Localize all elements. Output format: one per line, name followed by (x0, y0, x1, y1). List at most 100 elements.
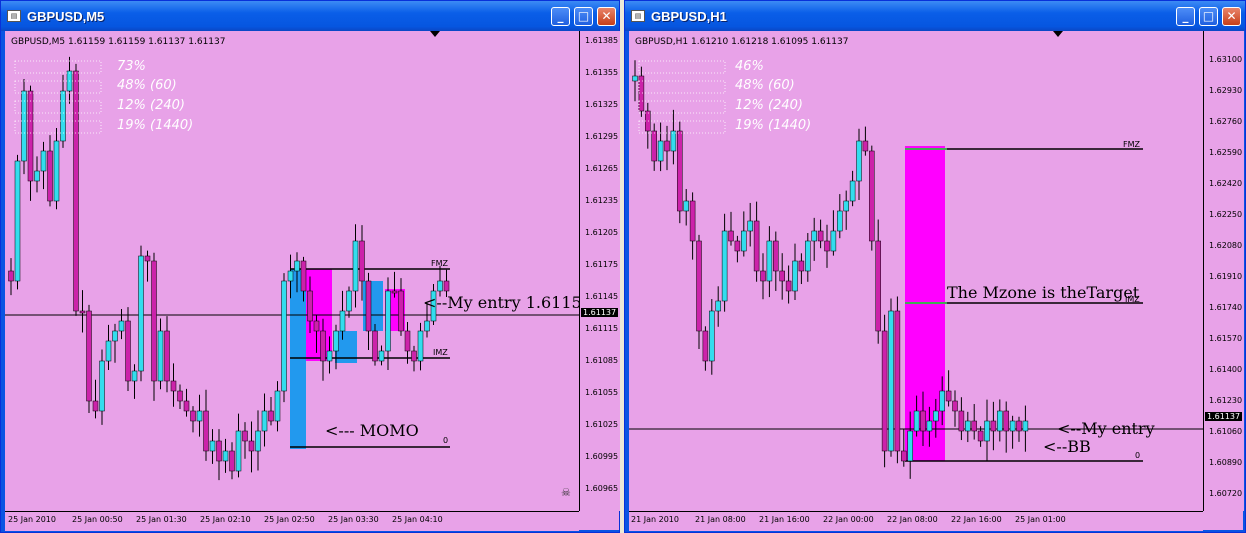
candle-body (664, 140, 670, 152)
left-window-title: GBPUSD,M5 (27, 9, 105, 24)
minimize-button[interactable]: _ (1176, 7, 1195, 26)
candle-body (657, 140, 664, 162)
candle-body (151, 260, 157, 382)
candle-body (385, 290, 391, 352)
candle-body (811, 230, 817, 242)
candle-body (339, 310, 346, 332)
close-button[interactable]: ✕ (1222, 7, 1241, 26)
maximize-button[interactable]: □ (574, 7, 593, 26)
candle-body (779, 270, 785, 282)
candle-body (229, 450, 235, 472)
candle-body (785, 280, 792, 292)
candle-body (696, 240, 702, 332)
candle-body (683, 200, 689, 212)
candle-body (248, 440, 255, 452)
candle-body (670, 130, 677, 152)
time-label: 25 Jan 01:30 (136, 515, 187, 524)
candle-body (747, 220, 753, 232)
candle-body (125, 320, 131, 382)
bb-note: <--BB (1043, 437, 1091, 456)
chart-shift-marker (430, 31, 440, 37)
candle-body (965, 420, 971, 432)
time-label: 21 Jan 16:00 (759, 515, 810, 524)
right-chart-area[interactable]: GBPUSD,H1 1.61210 1.61218 1.61095 1.6113… (629, 31, 1244, 531)
candle-body (984, 420, 990, 442)
candle-body (798, 260, 805, 272)
candle-body (346, 290, 352, 312)
current-price-label: 1.61137 (1205, 412, 1243, 421)
candle-body (398, 290, 404, 332)
price-label: 1.61400 (1209, 365, 1243, 374)
candle-body (753, 220, 760, 272)
candle-body (164, 330, 170, 382)
time-axis: 21 Jan 2010 21 Jan 08:00 21 Jan 16:00 22… (629, 511, 1203, 531)
time-label: 25 Jan 02:10 (200, 515, 251, 524)
price-label: 1.60965 (585, 484, 619, 493)
minimize-button[interactable]: _ (551, 7, 570, 26)
price-label: 1.61205 (585, 228, 619, 237)
candle-body (242, 430, 248, 442)
candle-body (645, 110, 651, 132)
left-title-bar[interactable]: ▤ GBPUSD,M5 _ □ ✕ (1, 1, 619, 31)
fmz-label: FMZ (1123, 140, 1140, 149)
candle-body (326, 350, 333, 362)
maximize-button[interactable]: □ (1199, 7, 1218, 26)
candle-body (177, 390, 183, 402)
candle-body (417, 330, 424, 362)
time-label: 21 Jan 2010 (631, 515, 679, 524)
strength-pct-1: 73% (117, 59, 146, 74)
candle-body (443, 280, 450, 292)
candle-body (40, 150, 47, 172)
candle-body (105, 340, 112, 362)
current-price-label: 1.61137 (581, 308, 619, 317)
candle-body (294, 260, 300, 272)
price-label: 1.61115 (585, 324, 619, 333)
candle-body (131, 370, 138, 382)
price-axis: 1.61385 1.61355 1.61325 1.61295 1.61265 … (579, 31, 620, 511)
left-chart-area[interactable]: GBPUSD,M5 1.61159 1.61159 1.61137 1.6113… (5, 31, 620, 531)
strength-box (638, 60, 726, 74)
price-axis: 1.63100 1.62930 1.62760 1.62590 1.62420 … (1203, 31, 1244, 511)
time-label: 25 Jan 03:30 (328, 515, 379, 524)
candle-body (190, 410, 196, 422)
strength-box (638, 100, 726, 114)
price-label: 1.61085 (585, 356, 619, 365)
candle-body (849, 180, 856, 202)
candle-body (281, 280, 287, 392)
price-label: 1.61175 (585, 260, 619, 269)
time-label: 21 Jan 08:00 (695, 515, 746, 524)
candle-body (913, 410, 920, 432)
entry-note: <--My entry (1057, 419, 1155, 438)
strength-pct-3: 12% (240) (735, 98, 803, 113)
entry-note: <--My entry 1.6115 (423, 293, 582, 312)
price-label: 1.61060 (1209, 427, 1243, 436)
momo-note: <--- MOMO (325, 421, 419, 440)
candle-body (715, 300, 721, 312)
time-label: 25 Jan 02:50 (264, 515, 315, 524)
candle-body (118, 320, 125, 332)
candle-body (99, 360, 105, 412)
candle-body (21, 90, 27, 162)
zero-label: 0 (1135, 451, 1141, 460)
price-label: 1.61235 (585, 196, 619, 205)
right-title-bar[interactable]: ▤ GBPUSD,H1 _ □ ✕ (625, 1, 1245, 31)
candle-body (157, 330, 164, 382)
symbol-header: GBPUSD,M5 1.61159 1.61159 1.61137 1.6113… (11, 37, 226, 47)
close-button[interactable]: ✕ (597, 7, 616, 26)
candle-body (14, 160, 21, 282)
strength-box (14, 60, 102, 74)
candle-body (144, 255, 151, 262)
candle-body (313, 320, 320, 332)
fmz-label: FMZ (431, 259, 448, 268)
candle-body (333, 330, 339, 352)
candle-body (1022, 420, 1029, 432)
candle-body (766, 240, 773, 282)
candle-body (792, 260, 798, 292)
candle-body (651, 130, 657, 162)
candle-body (760, 270, 766, 282)
chart-window-icon: ▤ (7, 10, 21, 22)
candle-body (945, 390, 952, 402)
right-window-title: GBPUSD,H1 (651, 9, 727, 24)
candle-body (183, 400, 190, 412)
candle-body (60, 90, 66, 142)
